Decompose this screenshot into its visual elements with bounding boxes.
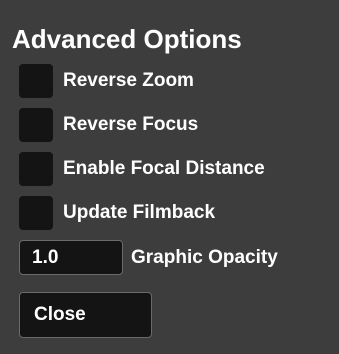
- update-filmback-label[interactable]: Update Filmback: [63, 202, 215, 224]
- reverse-zoom-checkbox[interactable]: [19, 64, 53, 98]
- reverse-focus-checkbox[interactable]: [19, 108, 53, 142]
- reverse-focus-label[interactable]: Reverse Focus: [63, 114, 198, 136]
- reverse-zoom-option[interactable]: Reverse Zoom: [19, 64, 194, 98]
- enable-focal-distance-option[interactable]: Enable Focal Distance: [19, 152, 265, 186]
- reverse-zoom-label[interactable]: Reverse Zoom: [63, 70, 194, 92]
- graphic-opacity-row: Graphic Opacity: [19, 240, 278, 275]
- update-filmback-checkbox[interactable]: [19, 196, 53, 230]
- graphic-opacity-input[interactable]: [19, 240, 123, 275]
- enable-focal-distance-label[interactable]: Enable Focal Distance: [63, 158, 265, 180]
- close-button[interactable]: Close: [19, 292, 152, 338]
- panel-title: Advanced Options: [12, 24, 242, 54]
- reverse-focus-option[interactable]: Reverse Focus: [19, 108, 198, 142]
- graphic-opacity-label: Graphic Opacity: [131, 246, 278, 268]
- enable-focal-distance-checkbox[interactable]: [19, 152, 53, 186]
- update-filmback-option[interactable]: Update Filmback: [19, 196, 215, 230]
